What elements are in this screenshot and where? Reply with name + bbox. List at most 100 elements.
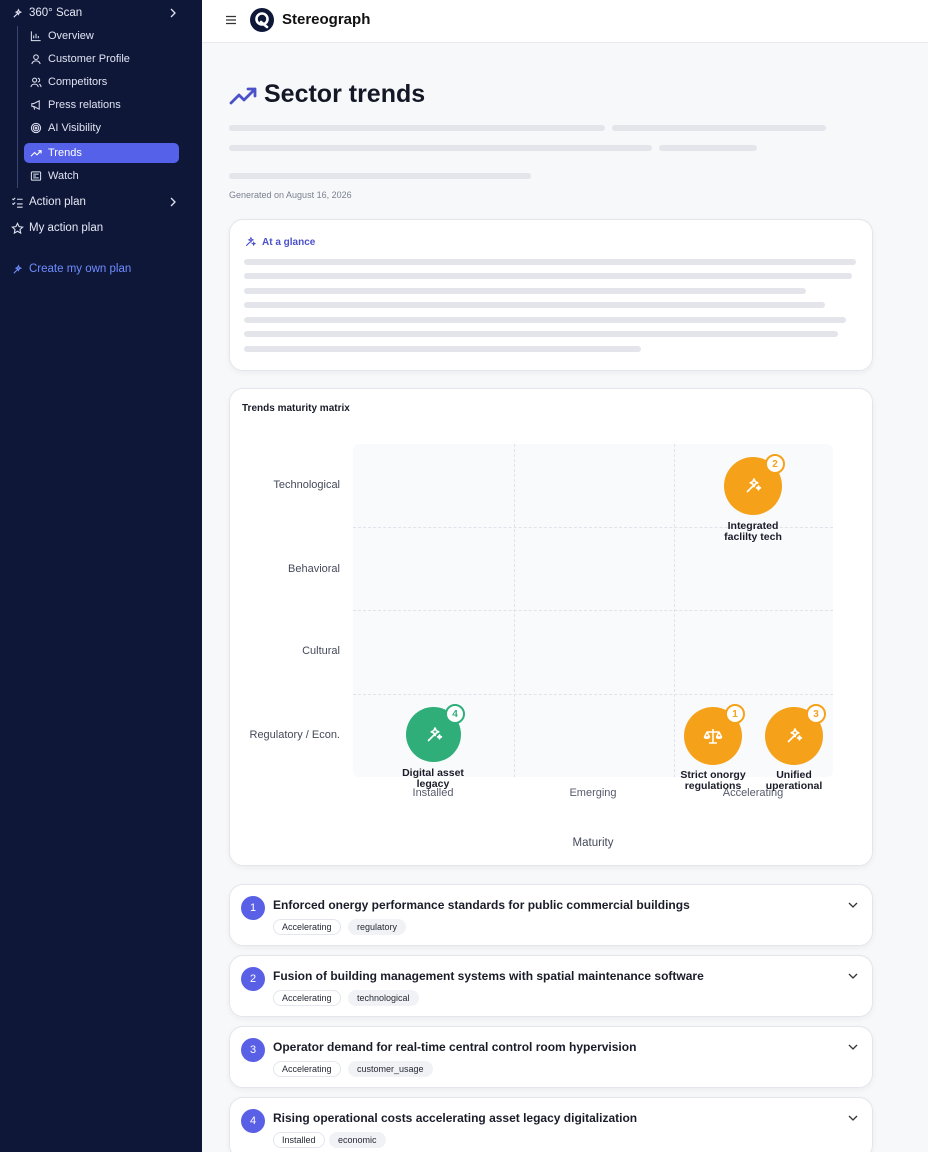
trend-title: Enforced onergy performance standards fo…: [273, 898, 690, 912]
trend-number: 3: [241, 1038, 265, 1062]
chevron-down-icon[interactable]: [846, 1111, 860, 1125]
at-a-glance-card: At a glance: [229, 219, 873, 371]
brand-name: Stereograph: [282, 11, 371, 28]
matrix-badge: 2: [765, 454, 785, 474]
sidebar: 360° Scan Overview Customer Profile Comp…: [0, 0, 202, 1152]
nav-create-plan-label: Create my own plan: [29, 263, 132, 275]
status-chip: Installed: [273, 1132, 325, 1148]
skeleton-line: [244, 346, 641, 352]
skeleton-line: [244, 273, 852, 279]
skeleton-line: [244, 317, 846, 323]
trend-number: 4: [241, 1109, 265, 1133]
checklist-icon: [10, 195, 24, 209]
at-a-glance-header: At a glance: [244, 236, 315, 249]
trend-card-4[interactable]: 4 Rising operational costs accelerating …: [229, 1097, 873, 1152]
sparkle-icon: [10, 262, 24, 276]
category-chip: regulatory: [348, 919, 407, 935]
chevron-down-icon[interactable]: [846, 898, 860, 912]
status-chip: Accelerating: [273, 1061, 341, 1077]
sparkle-icon: [244, 236, 257, 249]
nav-360-scan-label: 360° Scan: [29, 7, 83, 19]
sidebar-item-press-relations[interactable]: Press relations: [24, 95, 179, 115]
logo-icon: [250, 8, 274, 32]
sidebar-item-customer-profile[interactable]: Customer Profile: [24, 49, 179, 69]
at-a-glance-title: At a glance: [262, 237, 316, 248]
nav-action-plan-label: Action plan: [29, 196, 86, 208]
label-line: uperational: [765, 780, 823, 792]
trend-number: 2: [241, 967, 265, 991]
chevron-right-icon: [170, 197, 176, 207]
newspaper-icon: [30, 170, 43, 183]
chevron-down-icon[interactable]: [846, 1040, 860, 1054]
trend-card-3[interactable]: 3 Operator demand for real-time central …: [229, 1026, 873, 1088]
skeleton-line: [244, 259, 856, 265]
sidebar-item-label: AI Visibility: [48, 122, 101, 134]
sidebar-item-label: Customer Profile: [48, 53, 130, 65]
generated-date: Generated on August 16, 2026: [229, 190, 352, 200]
trends-matrix-card: Trends maturity matrix Technological Beh…: [229, 388, 873, 866]
skeleton-line: [244, 288, 806, 294]
category-chip: technological: [348, 990, 419, 1006]
category-chip: economic: [329, 1132, 386, 1148]
nav-create-plan[interactable]: Create my own plan: [10, 258, 202, 280]
matrix-title: Trends maturity matrix: [242, 403, 350, 414]
label-line: legacy: [416, 778, 450, 790]
matrix-badge: 1: [725, 704, 745, 724]
sidebar-item-trends[interactable]: Trends: [24, 143, 179, 163]
sidebar-item-label: Overview: [48, 30, 94, 42]
scale-icon: [703, 729, 723, 744]
sidebar-item-label: Competitors: [48, 76, 108, 88]
menu-icon[interactable]: [224, 13, 238, 27]
skeleton-line: [612, 125, 826, 131]
status-chip: Accelerating: [273, 990, 341, 1006]
nav-my-action-plan-label: My action plan: [29, 222, 104, 234]
bar-chart-icon: [30, 30, 43, 43]
skeleton-line: [229, 145, 652, 151]
grid-line: [353, 610, 833, 611]
y-axis-label-cultural: Cultural: [302, 645, 340, 657]
skeleton-line: [244, 302, 825, 308]
page-title: Sector trends: [264, 80, 426, 108]
matrix-badge: 4: [445, 704, 465, 724]
sidebar-item-watch[interactable]: Watch: [24, 166, 179, 186]
user-icon: [30, 53, 43, 66]
nav-action-plan[interactable]: Action plan: [10, 191, 202, 213]
sidebar-item-label: Trends: [48, 147, 82, 159]
grid-line: [353, 694, 833, 695]
skeleton-line: [659, 145, 757, 151]
trend-title: Operator demand for real-time central co…: [273, 1040, 637, 1054]
skeleton-line: [244, 331, 838, 337]
trend-icon: [30, 147, 43, 160]
sidebar-item-competitors[interactable]: Competitors: [24, 72, 179, 92]
nav-my-action-plan[interactable]: My action plan: [10, 217, 202, 239]
y-axis-label-regulatory: Regulatory / Econ.: [249, 729, 341, 741]
y-axis-label-technological: Technological: [273, 479, 340, 491]
matrix-point-label: Digital asset legacy: [385, 768, 481, 790]
sparkle-icon: [426, 726, 442, 742]
chevron-right-icon: [170, 8, 176, 18]
matrix-badge: 3: [806, 704, 826, 724]
x-axis-title: Maturity: [572, 837, 614, 849]
skeleton-line: [229, 125, 605, 131]
target-icon: [30, 122, 43, 135]
trend-card-2[interactable]: 2 Fusion of building management systems …: [229, 955, 873, 1017]
sidebar-item-label: Watch: [48, 170, 79, 182]
trend-card-1[interactable]: 1 Enforced onergy performance standards …: [229, 884, 873, 946]
sidebar-item-ai-visibility[interactable]: AI Visibility: [24, 118, 179, 138]
sidebar-item-label: Press relations: [48, 99, 121, 111]
status-chip: Accelerating: [273, 919, 341, 935]
category-chip: customer_usage: [348, 1061, 433, 1077]
sparkle-icon: [746, 478, 762, 493]
users-icon: [30, 76, 43, 89]
matrix-point-label: Unified uperational: [746, 770, 842, 792]
trend-title: Fusion of building management systems wi…: [273, 969, 704, 983]
star-icon: [10, 221, 24, 235]
label-line: faclilty tech: [724, 531, 782, 543]
trend-title: Rising operational costs accelerating as…: [273, 1111, 638, 1125]
nav-360-scan[interactable]: 360° Scan: [10, 2, 202, 24]
x-axis-label-emerging: Emerging: [569, 787, 617, 799]
chevron-down-icon[interactable]: [846, 969, 860, 983]
sidebar-item-overview[interactable]: Overview: [24, 26, 179, 46]
megaphone-icon: [30, 99, 43, 112]
matrix-point-label: Integrated faclilty tech: [705, 521, 801, 543]
